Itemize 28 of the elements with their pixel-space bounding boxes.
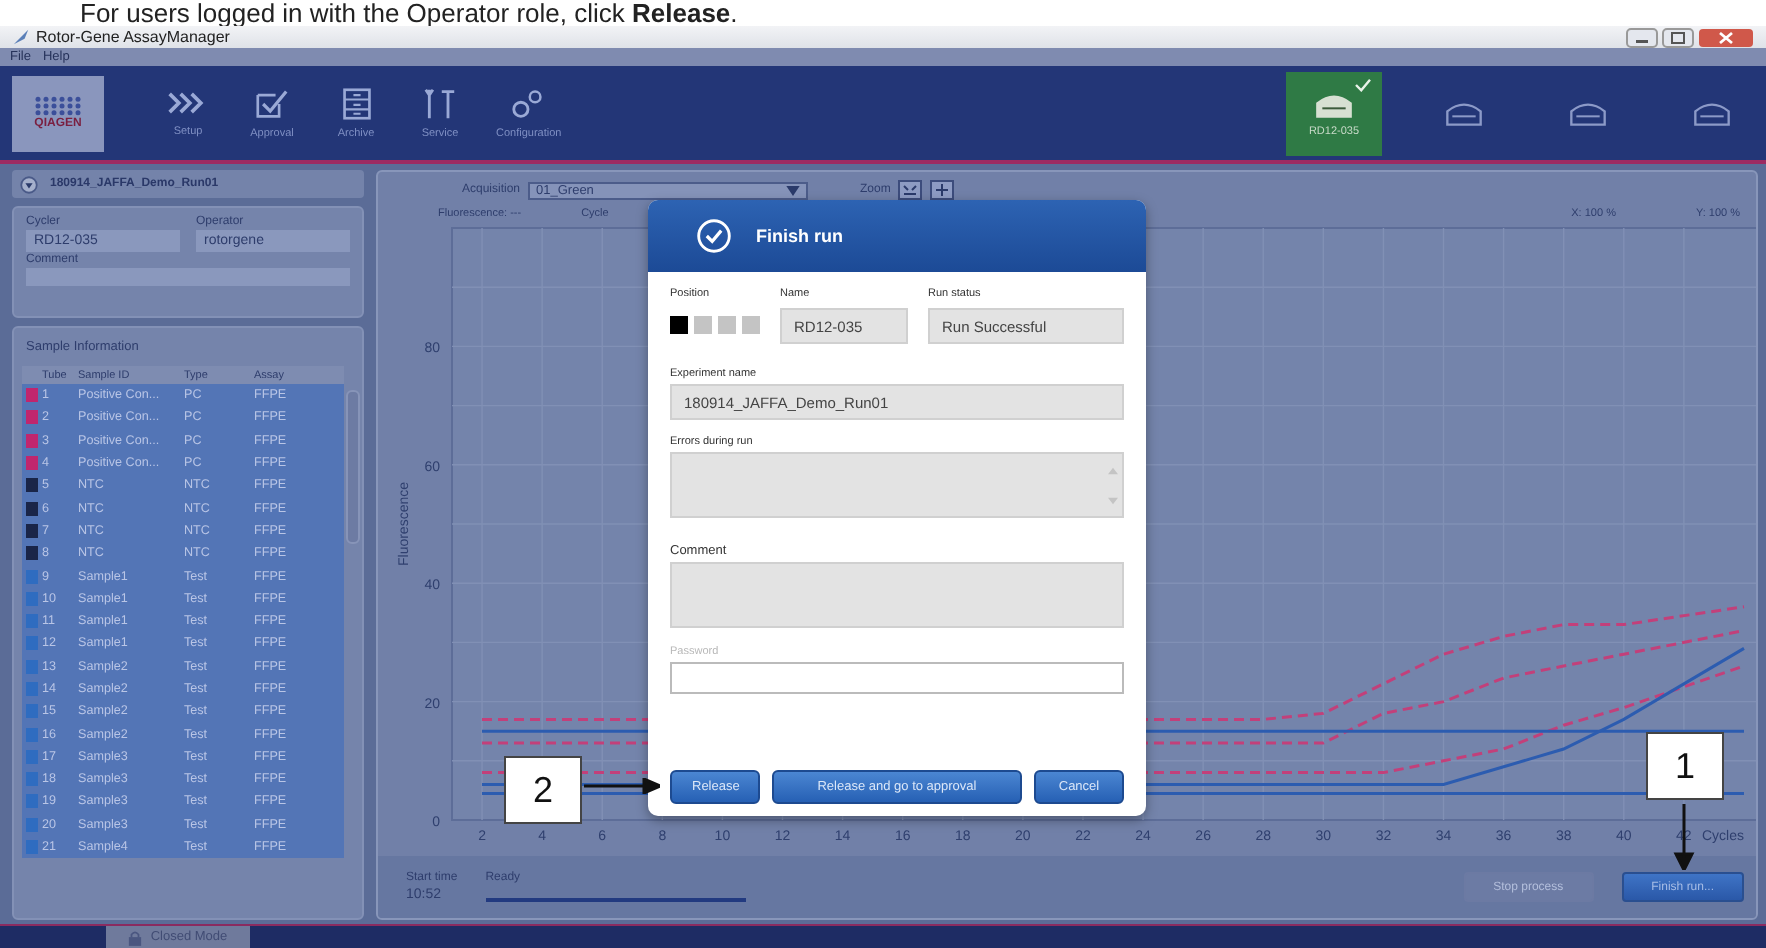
cycler-icon: [1690, 98, 1734, 128]
gears-icon: [510, 87, 547, 119]
checkbox-tick-icon: [254, 87, 290, 119]
close-icon[interactable]: [1698, 27, 1754, 47]
checkmark-icon: [1354, 77, 1372, 91]
callout-arrow: [1672, 804, 1696, 870]
scroll-arrows-icon: [1108, 463, 1118, 507]
collapse-icon[interactable]: [20, 175, 38, 193]
dialog-title: Finish run: [756, 226, 843, 246]
callout-arrow: [584, 778, 660, 794]
logo-dots-icon: [32, 96, 84, 116]
cycler-icon: [1566, 98, 1610, 128]
maximize-icon[interactable]: [1662, 27, 1694, 47]
zoom-fit-icon[interactable]: [898, 180, 923, 200]
password-field[interactable]: [670, 662, 1124, 694]
zoom-in-icon[interactable]: [930, 180, 955, 200]
window-title: Rotor-Gene AssayManager: [36, 28, 230, 46]
document-caption: For users logged in with the Operator role, click Release.: [78, 0, 740, 26]
check-circle-icon: [696, 218, 732, 254]
callout-label: 2: [504, 756, 582, 824]
comment-field[interactable]: [670, 562, 1124, 628]
cycler-icon: [1442, 98, 1486, 128]
caret-icon: [786, 185, 801, 195]
lock-icon: [128, 929, 143, 945]
tools-icon: [424, 87, 456, 119]
cabinet-icon: [341, 87, 371, 119]
minimize-icon[interactable]: [1626, 27, 1658, 47]
callout-label: 1: [1646, 732, 1724, 800]
